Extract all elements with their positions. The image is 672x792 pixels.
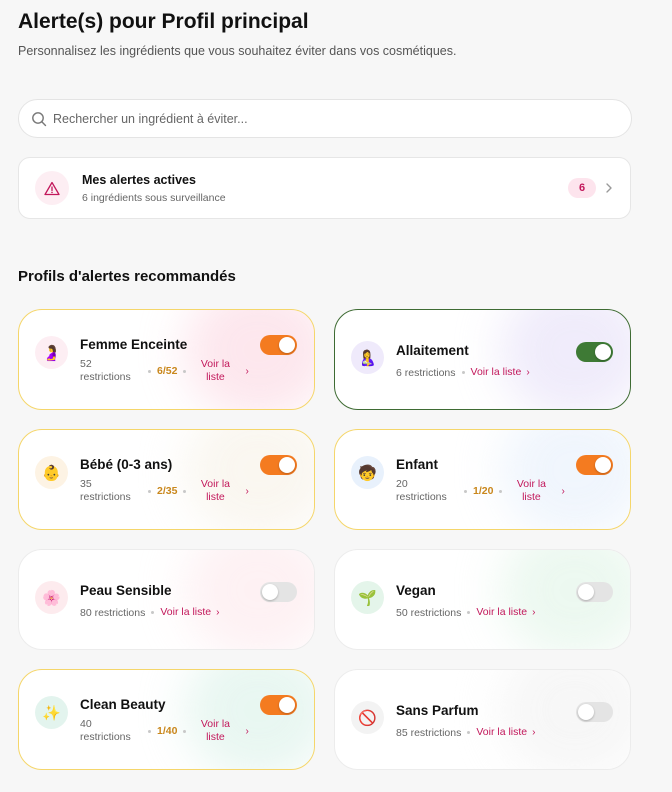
search-icon xyxy=(32,111,47,126)
chevron-right-icon: › xyxy=(526,367,530,378)
profile-card-enfant[interactable]: 🧒 Enfant 20 restrictions 1/20 Voir la list… xyxy=(334,429,631,530)
baby-icon: 👶 xyxy=(35,456,68,489)
restrictions-count: 6 restrictions xyxy=(396,366,456,379)
chevron-right-icon: › xyxy=(561,485,565,497)
profile-card-vegan[interactable]: 🌱 Vegan 50 restrictions Voir la liste › xyxy=(334,549,631,650)
profile-card-allaitement[interactable]: 🤱 Allaitement 6 restrictions Voir la lis… xyxy=(334,309,631,410)
profile-toggle[interactable] xyxy=(576,702,613,722)
page-title: Alerte(s) pour Profil principal xyxy=(18,10,309,33)
view-list-link[interactable]: Voir la liste xyxy=(471,366,522,379)
profile-card-clean-beauty[interactable]: ✨ Clean Beauty 40 restrictions 1/40 Voir … xyxy=(18,669,315,770)
restrictions-count: 35 xyxy=(80,478,92,490)
view-list-line1: Voir la xyxy=(200,358,231,370)
restrictions-count: 80 restrictions xyxy=(80,606,146,619)
page-subtitle: Personnalisez les ingrédients que vous s… xyxy=(18,44,457,58)
chevron-right-icon: › xyxy=(216,607,220,618)
sparkles-icon: ✨ xyxy=(35,696,68,729)
view-list-link[interactable]: Voir la liste xyxy=(192,478,238,504)
view-list-link[interactable]: Voir la liste xyxy=(476,606,527,619)
profile-toggle[interactable] xyxy=(576,455,613,475)
profile-name: Enfant xyxy=(396,457,438,472)
child-icon: 🧒 xyxy=(351,456,384,489)
view-list-line2: liste xyxy=(206,371,225,383)
active-ratio: 2/35 xyxy=(157,485,178,497)
profile-toggle[interactable] xyxy=(260,695,297,715)
profile-toggle[interactable] xyxy=(260,582,297,602)
restrictions-label: restrictions xyxy=(80,491,131,503)
profile-toggle[interactable] xyxy=(260,455,297,475)
restrictions-label: restrictions xyxy=(80,371,131,383)
search-input[interactable] xyxy=(53,111,593,126)
profile-name: Bébé (0-3 ans) xyxy=(80,457,173,472)
active-ratio: 1/40 xyxy=(157,725,178,737)
active-alerts-count-badge: 6 xyxy=(568,178,596,198)
view-list-line2: liste xyxy=(206,731,225,743)
breastfeeding-icon: 🤱 xyxy=(351,341,384,374)
view-list-line2: liste xyxy=(206,491,225,503)
view-list-link[interactable]: Voir la liste xyxy=(508,478,554,504)
profile-name: Peau Sensible xyxy=(80,583,172,598)
view-list-link[interactable]: Voir la liste xyxy=(192,358,238,384)
profile-name: Sans Parfum xyxy=(396,703,479,718)
chevron-right-icon: › xyxy=(245,485,249,497)
active-alerts-card[interactable]: Mes alertes actives 6 ingrédients sous s… xyxy=(18,157,631,219)
no-entry-icon: 🚫 xyxy=(351,701,384,734)
active-ratio: 1/20 xyxy=(473,485,494,497)
chevron-right-icon: › xyxy=(532,727,536,738)
warning-icon xyxy=(35,171,69,205)
flower-icon: 🌸 xyxy=(35,581,68,614)
restrictions-count: 20 xyxy=(396,478,408,490)
profile-card-sans-parfum[interactable]: 🚫 Sans Parfum 85 restrictions Voir la li… xyxy=(334,669,631,770)
profile-card-femme-enceinte[interactable]: 🤰 Femme Enceinte 52 restrictions 6/52 Voi… xyxy=(18,309,315,410)
restrictions-label: restrictions xyxy=(396,491,447,503)
pregnant-woman-icon: 🤰 xyxy=(35,336,68,369)
restrictions-label: restrictions xyxy=(80,731,131,743)
profile-name: Allaitement xyxy=(396,343,469,358)
search-bar[interactable] xyxy=(18,99,632,138)
view-list-link[interactable]: Voir la liste xyxy=(192,718,238,744)
profile-card-peau-sensible[interactable]: 🌸 Peau Sensible 80 restrictions Voir la … xyxy=(18,549,315,650)
profile-name: Clean Beauty xyxy=(80,697,166,712)
restrictions-count: 85 restrictions xyxy=(396,726,462,739)
restrictions-count: 40 xyxy=(80,718,92,730)
view-list-line2: liste xyxy=(522,491,541,503)
view-list-link[interactable]: Voir la liste xyxy=(160,606,211,619)
chevron-right-icon: › xyxy=(245,725,249,737)
profile-toggle[interactable] xyxy=(576,342,613,362)
profile-toggle[interactable] xyxy=(260,335,297,355)
section-title-recommended-profiles: Profils d'alertes recommandés xyxy=(18,268,236,285)
profile-name: Vegan xyxy=(396,583,436,598)
active-alerts-title: Mes alertes actives xyxy=(82,172,196,187)
restrictions-count: 52 xyxy=(80,358,92,370)
view-list-link[interactable]: Voir la liste xyxy=(476,726,527,739)
chevron-right-icon: › xyxy=(532,607,536,618)
profile-toggle[interactable] xyxy=(576,582,613,602)
chevron-right-icon: › xyxy=(245,365,249,377)
chevron-right-icon[interactable] xyxy=(604,182,614,194)
view-list-line1: Voir la xyxy=(200,718,231,730)
seedling-icon: 🌱 xyxy=(351,581,384,614)
restrictions-count: 50 restrictions xyxy=(396,606,462,619)
view-list-line1: Voir la xyxy=(516,478,547,490)
view-list-line1: Voir la xyxy=(200,478,231,490)
profile-name: Femme Enceinte xyxy=(80,337,188,352)
profile-card-bebe[interactable]: 👶 Bébé (0-3 ans) 35 restrictions 2/35 Voi… xyxy=(18,429,315,530)
active-alerts-subtitle: 6 ingrédients sous surveillance xyxy=(82,191,226,204)
active-ratio: 6/52 xyxy=(157,365,178,377)
